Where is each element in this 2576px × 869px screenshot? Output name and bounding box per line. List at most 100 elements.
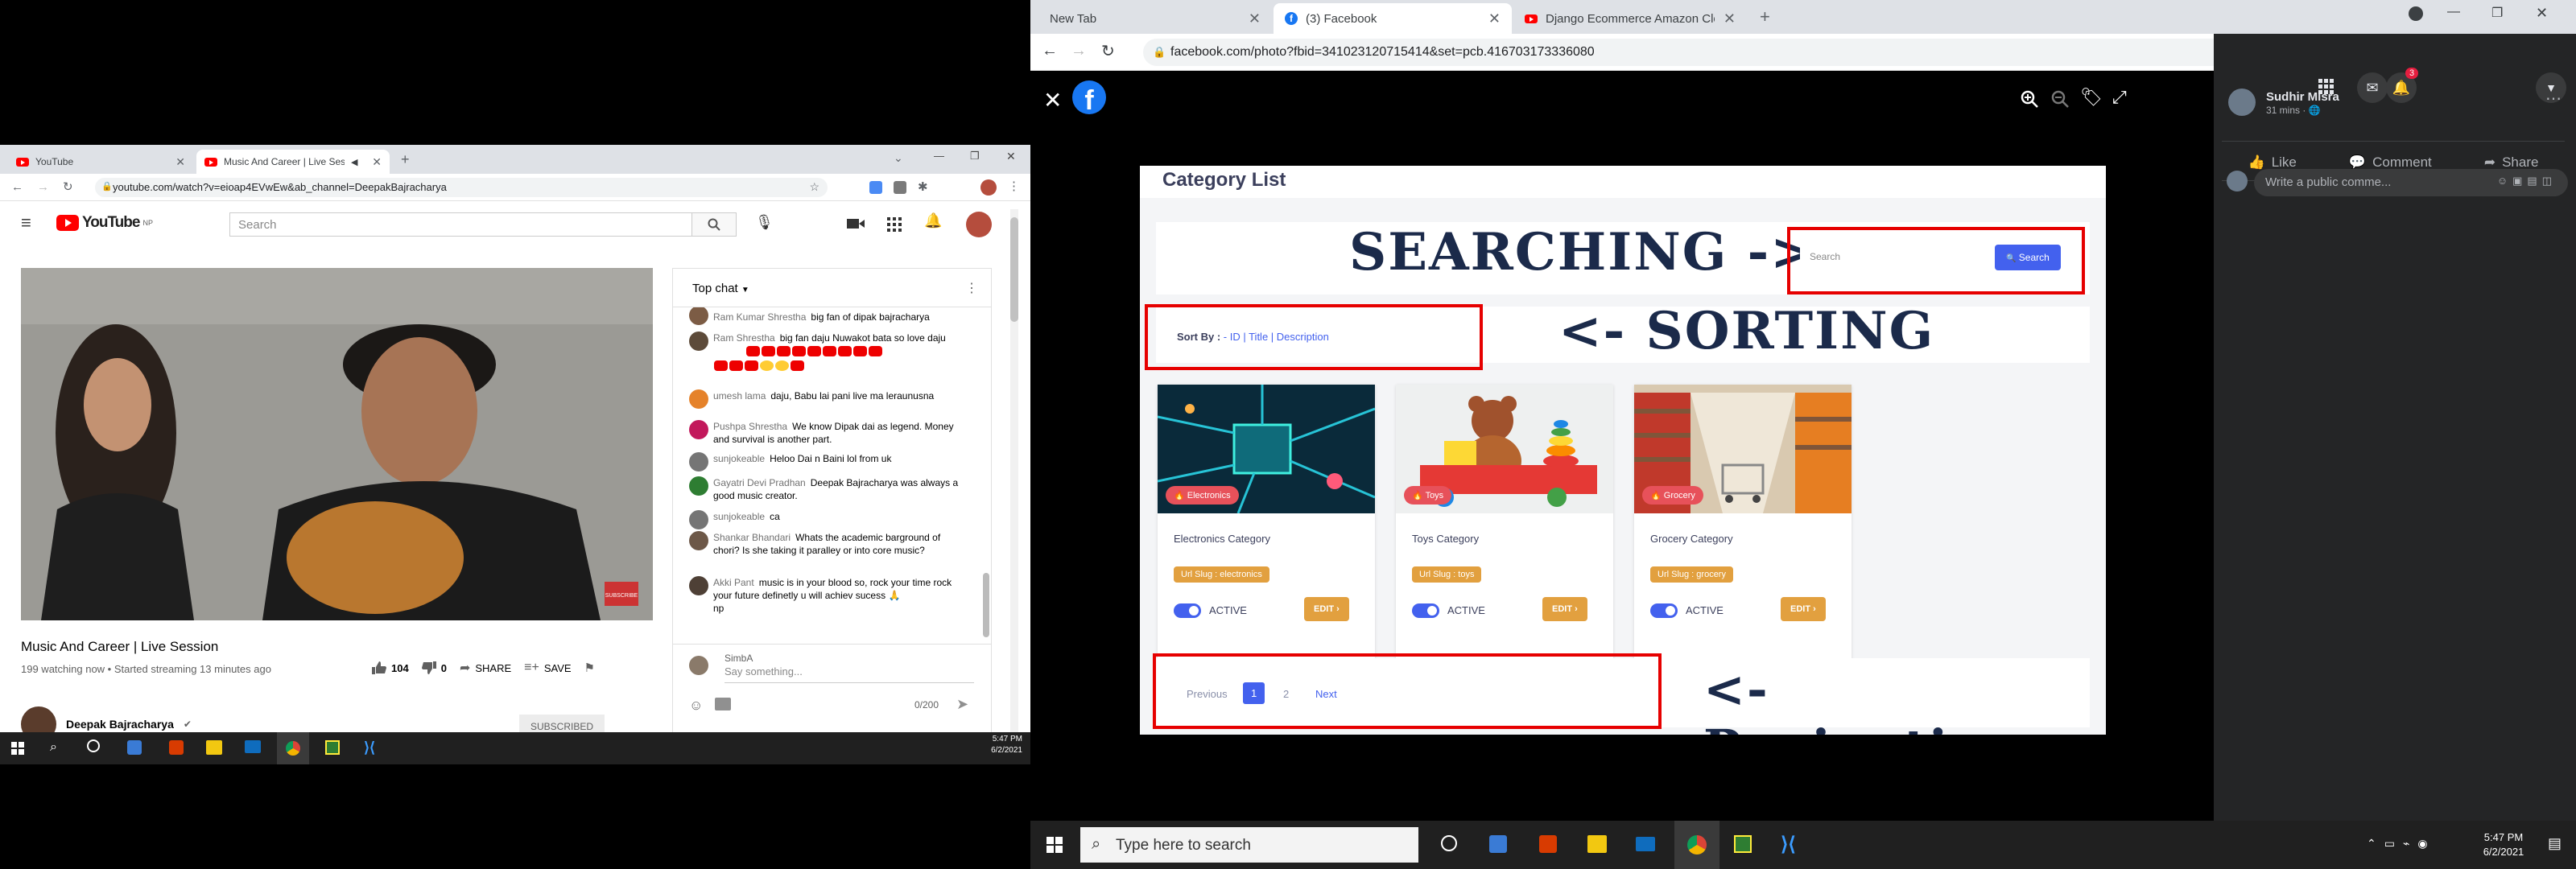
maximize-button[interactable]: ❐ <box>970 150 980 163</box>
save-label: SAVE <box>543 661 572 674</box>
chat-scrollbar[interactable] <box>983 573 989 637</box>
reload-icon[interactable]: ↻ <box>63 179 73 194</box>
tab-search-icon[interactable] <box>2409 6 2423 21</box>
close-icon[interactable]: ✕ <box>175 155 185 169</box>
account-avatar[interactable] <box>966 212 992 237</box>
video-player[interactable]: SUBSCRIBE <box>21 268 653 620</box>
app-icon[interactable] <box>127 740 142 755</box>
messenger-icon[interactable]: ✉ <box>2357 72 2388 103</box>
new-tab-button[interactable]: + <box>1760 6 1770 27</box>
minimize-button[interactable]: — <box>934 150 944 162</box>
store-icon[interactable] <box>206 740 222 755</box>
chat-message: Shankar Bhandari Whats the academic bargr… <box>689 531 967 557</box>
maximize-button[interactable]: ❐ <box>2491 5 2503 21</box>
speaker-icon[interactable]: ◀ <box>351 157 357 167</box>
search-icon[interactable]: ⌕ <box>50 740 57 755</box>
emoji-icon[interactable]: ☺ <box>689 698 703 714</box>
top-chat-dropdown[interactable]: Top chat ▼ <box>692 282 749 295</box>
new-tab-button[interactable]: + <box>401 151 410 168</box>
clock[interactable]: 5:47 PM 6/2/2021 <box>2471 830 2536 859</box>
forward-icon[interactable]: → <box>1071 42 1087 60</box>
chat-input[interactable]: Say something... <box>724 665 974 683</box>
hamburger-icon[interactable]: ≡ <box>21 212 31 233</box>
close-window-button[interactable]: ✕ <box>2536 5 2548 22</box>
comment-input[interactable]: Write a public comme... ☺▣▤◫ <box>2254 169 2568 196</box>
avatar <box>689 476 708 496</box>
tab-new-tab[interactable]: New Tab ✕ <box>1038 3 1272 34</box>
menu-icon[interactable]: ⋮ <box>1008 179 1020 193</box>
vscode-icon[interactable]: ⟩⟨ <box>364 739 375 756</box>
zoom-out-icon[interactable] <box>2051 90 2069 108</box>
zoom-in-icon[interactable] <box>2021 90 2038 108</box>
mic-icon[interactable]: 🎙 <box>755 214 774 231</box>
clock[interactable]: 5:47 PM 6/2/2021 <box>966 734 1022 756</box>
tag-icon[interactable]: 🏷 <box>2080 87 2103 108</box>
mail-icon[interactable] <box>245 740 261 753</box>
poster-name[interactable]: Sudhir Misra <box>2266 90 2339 104</box>
app-icon[interactable] <box>325 740 340 755</box>
save-button[interactable]: ≡+ SAVE <box>524 661 571 675</box>
minimize-button[interactable]: — <box>2447 5 2460 19</box>
close-icon[interactable]: ✕ <box>1724 10 1736 27</box>
tab-search-icon[interactable]: ⌄ <box>894 151 903 165</box>
dislike-button[interactable]: 0 <box>421 661 447 674</box>
extension-icon[interactable] <box>869 181 882 194</box>
cortana-icon[interactable] <box>87 739 100 752</box>
mail-icon[interactable] <box>1636 837 1655 851</box>
tab-django[interactable]: Django Ecommerce Amazon Clo ✕ <box>1513 3 1747 34</box>
vscode-icon[interactable]: ⟩⟨ <box>1781 833 1796 856</box>
forward-icon[interactable]: → <box>37 180 49 194</box>
back-icon[interactable]: ← <box>1042 42 1058 60</box>
like-button[interactable]: 104 <box>372 661 409 674</box>
tab-youtube[interactable]: YouTube ✕ <box>8 150 193 174</box>
tab-facebook[interactable]: f (3) Facebook ✕ <box>1274 3 1512 34</box>
notification-center-icon[interactable]: ▤ <box>2548 835 2562 852</box>
taskbar-search[interactable]: ⌕ Type here to search <box>1080 827 1418 863</box>
windows-start-icon[interactable] <box>11 742 24 755</box>
star-icon[interactable]: ☆ <box>809 180 819 194</box>
app-icon[interactable] <box>1489 835 1507 853</box>
tab-live-session[interactable]: Music And Career | Live Sess ◀ ✕ <box>196 150 390 174</box>
profile-avatar[interactable] <box>980 179 997 196</box>
puzzle-icon[interactable]: ✱ <box>918 179 928 194</box>
poster-avatar[interactable] <box>2228 89 2256 116</box>
back-icon[interactable]: ← <box>11 180 23 194</box>
comment-tool-icons[interactable]: ☺▣▤◫ <box>2497 175 2557 187</box>
super-chat-icon[interactable] <box>715 698 731 710</box>
office-icon[interactable] <box>1539 835 1557 853</box>
comment-label: Comment <box>2372 154 2432 170</box>
system-tray-icons[interactable]: ⌃▭⌁◉ <box>2367 837 2436 850</box>
cortana-icon[interactable] <box>1441 835 1457 851</box>
search-input[interactable]: Search <box>229 212 692 237</box>
channel-name[interactable]: Deepak Bajracharya <box>66 718 174 731</box>
close-viewer-icon[interactable]: ✕ <box>1043 87 1062 113</box>
url-field[interactable]: 🔒 facebook.com/photo?fbid=34102312071541… <box>1143 39 2375 66</box>
extension-icon[interactable] <box>894 181 906 194</box>
scroll-thumb[interactable] <box>1010 217 1018 322</box>
facebook-logo[interactable]: f <box>1072 80 1106 116</box>
close-icon[interactable]: ✕ <box>1488 10 1501 27</box>
send-icon[interactable]: ➤ <box>956 696 968 713</box>
close-window-button[interactable]: ✕ <box>1006 150 1016 163</box>
create-video-icon[interactable] <box>847 217 865 230</box>
app-icon[interactable] <box>1734 835 1752 853</box>
reload-icon[interactable]: ↻ <box>1101 41 1115 61</box>
office-icon[interactable] <box>169 740 184 755</box>
bell-icon[interactable]: 🔔 <box>924 212 942 229</box>
chrome-taskbar-active[interactable] <box>1674 821 1719 869</box>
youtube-logo[interactable]: YouTube NP <box>56 214 153 232</box>
apps-icon[interactable] <box>887 217 902 232</box>
more-options-icon[interactable]: ⋮ <box>965 280 978 296</box>
chrome-taskbar-active[interactable] <box>277 732 309 764</box>
store-icon[interactable] <box>1587 835 1607 853</box>
flag-button[interactable]: ⚑ <box>584 661 595 675</box>
page-scrollbar[interactable] <box>1010 209 1018 740</box>
windows-start-icon[interactable] <box>1046 837 1063 853</box>
search-button[interactable] <box>692 212 737 237</box>
close-icon[interactable]: ✕ <box>372 155 382 169</box>
share-button[interactable]: ➦ SHARE <box>460 660 511 676</box>
more-options-icon[interactable]: ⋯ <box>2545 89 2562 109</box>
url-field[interactable]: 🔒 youtube.com/watch?v=eioap4EVwEw&ab_cha… <box>95 178 828 197</box>
close-icon[interactable]: ✕ <box>1249 10 1261 27</box>
fullscreen-icon[interactable]: ⤢ <box>2112 87 2127 108</box>
